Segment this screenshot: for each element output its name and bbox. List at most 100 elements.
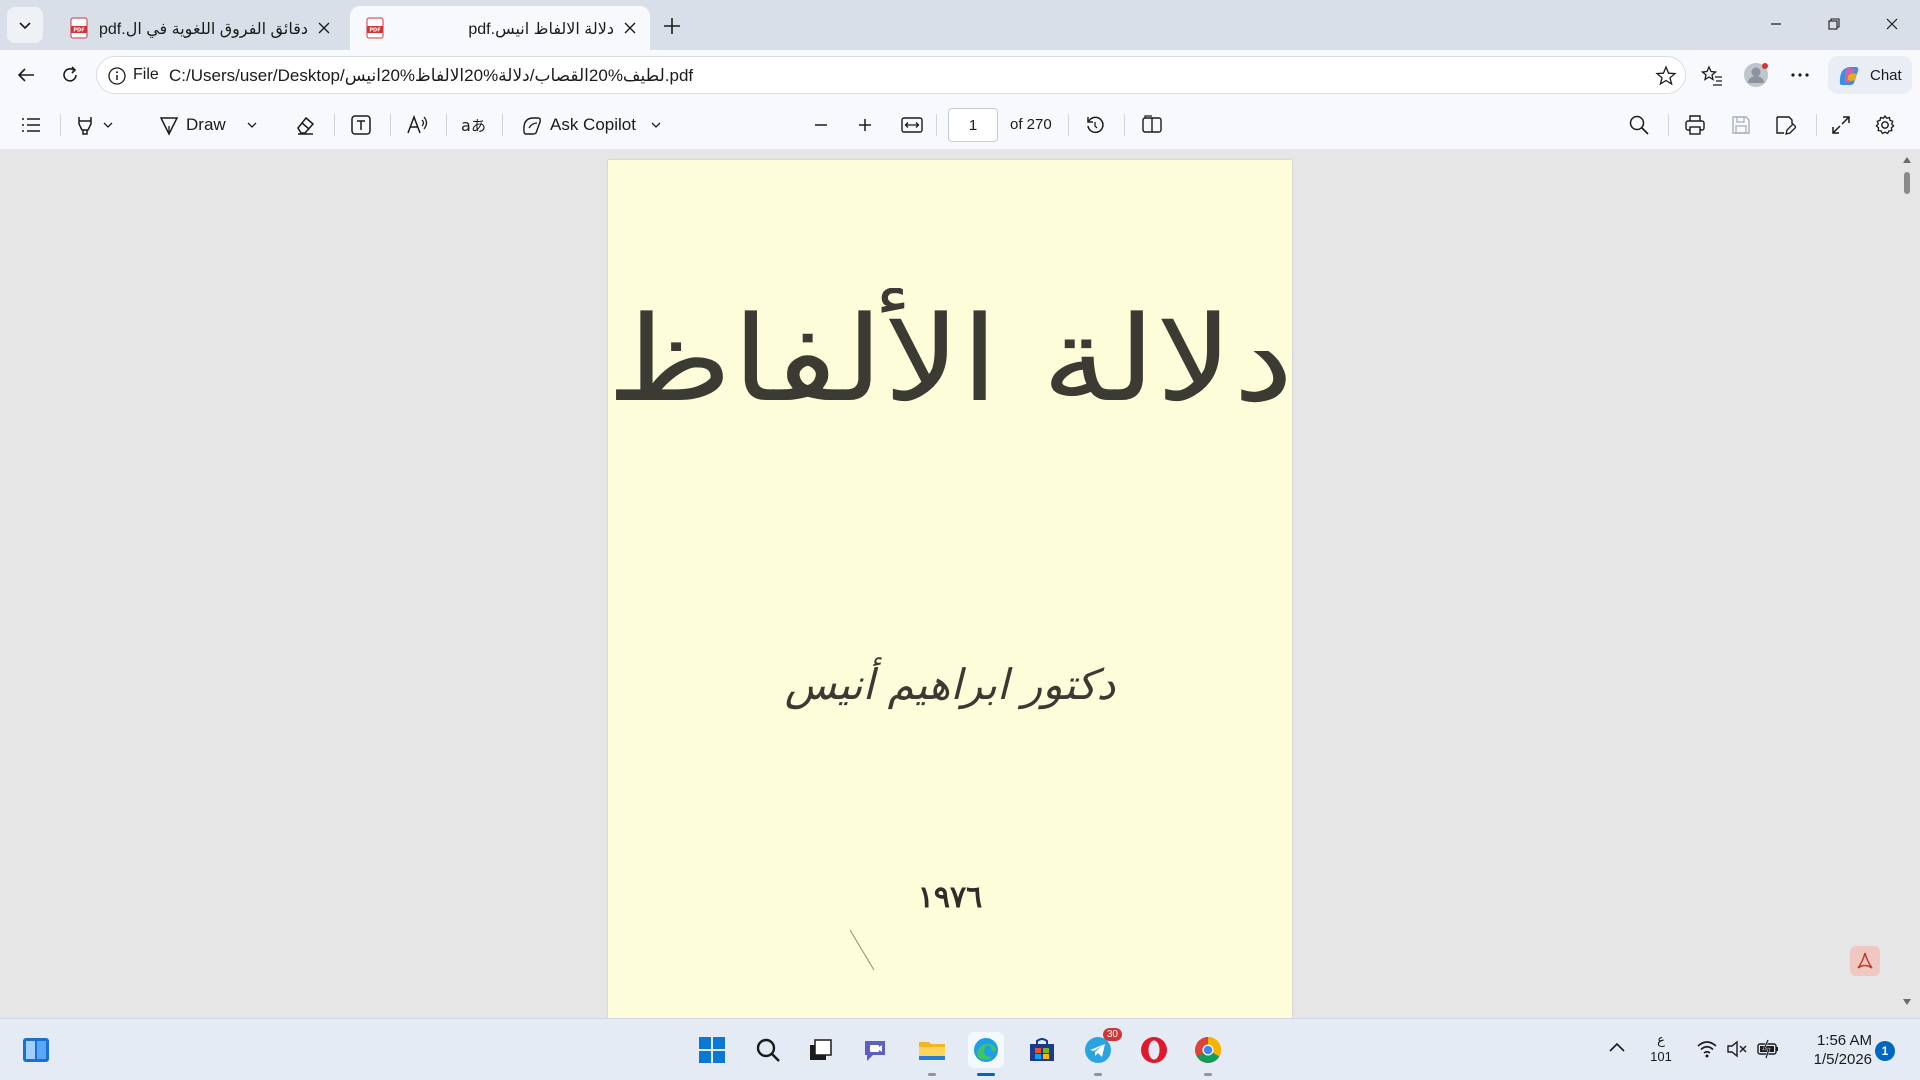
- opera-button[interactable]: [1136, 1032, 1172, 1068]
- copilot-chat-button[interactable]: Chat: [1828, 56, 1912, 94]
- chat-label: Chat: [1870, 66, 1902, 84]
- pen-stroke-mark: [848, 928, 878, 979]
- save-button[interactable]: [1730, 112, 1752, 138]
- svg-text:a: a: [461, 116, 471, 135]
- save-as-icon: [1774, 114, 1796, 136]
- translate-button[interactable]: aあ: [460, 112, 486, 138]
- read-aloud-button[interactable]: [406, 112, 430, 138]
- text-box-icon: [350, 114, 372, 136]
- rotate-button[interactable]: [1084, 112, 1106, 138]
- toolbar-divider: [1068, 114, 1069, 136]
- contents-button[interactable]: [20, 112, 42, 138]
- fit-to-width-button[interactable]: [900, 112, 924, 138]
- refresh-button[interactable]: [54, 59, 86, 91]
- restore-icon: [1828, 18, 1840, 30]
- print-button[interactable]: [1684, 112, 1706, 138]
- back-button[interactable]: [10, 59, 42, 91]
- new-tab-button[interactable]: [658, 12, 686, 40]
- draw-button[interactable]: Draw: [158, 112, 258, 138]
- acrobat-button[interactable]: [1850, 946, 1880, 976]
- page-view-button[interactable]: [1140, 112, 1164, 138]
- profile-button[interactable]: [1740, 59, 1772, 91]
- favorite-star-icon[interactable]: [1655, 65, 1677, 87]
- chevron-down-icon[interactable]: [246, 119, 258, 131]
- ime-script: ع: [1657, 1032, 1665, 1047]
- running-indicator: [1204, 1073, 1212, 1076]
- system-clock[interactable]: 1:56 AM 1/5/2026: [1792, 1031, 1872, 1069]
- copilot-icon: [1836, 62, 1862, 88]
- ask-copilot-button[interactable]: Ask Copilot: [520, 112, 662, 138]
- tab-strip: PDF دقائق الفروق اللغوية في ال.pdf PDF د…: [0, 0, 1920, 50]
- info-icon[interactable]: [107, 66, 127, 86]
- search-button[interactable]: [750, 1032, 786, 1068]
- wifi-icon[interactable]: [1696, 1039, 1718, 1059]
- toolbar-divider: [60, 114, 61, 136]
- running-indicator: [928, 1073, 936, 1076]
- page-number-input[interactable]: 1: [948, 108, 998, 142]
- table-of-contents-icon: [20, 115, 42, 135]
- svg-text:PDF: PDF: [369, 28, 380, 34]
- find-button[interactable]: [1628, 112, 1650, 138]
- url-scheme: File: [133, 66, 159, 83]
- fullscreen-button[interactable]: [1830, 112, 1852, 138]
- minimize-icon: [1770, 18, 1782, 30]
- edge-browser-button[interactable]: [968, 1032, 1004, 1076]
- pdf-settings-button[interactable]: [1874, 112, 1896, 138]
- widgets-button[interactable]: [18, 1032, 54, 1068]
- url-text[interactable]: C:/Users/user/Desktop/لطيف%20القصاب/دلال…: [169, 66, 693, 86]
- chrome-button[interactable]: [1190, 1032, 1226, 1076]
- toolbar-divider: [446, 114, 447, 136]
- printer-icon: [1684, 114, 1706, 136]
- close-tab-icon[interactable]: [314, 18, 334, 38]
- battery-charging-icon[interactable]: [1756, 1039, 1782, 1059]
- start-button[interactable]: [694, 1032, 730, 1068]
- gear-icon: [1874, 114, 1896, 136]
- opera-icon: [1139, 1035, 1169, 1065]
- show-hidden-icons-chevron-icon[interactable]: [1608, 1041, 1626, 1053]
- task-view-button[interactable]: [802, 1032, 838, 1068]
- svg-text:PDF: PDF: [73, 28, 84, 34]
- file-explorer-button[interactable]: [914, 1032, 950, 1076]
- video-chat-icon: [861, 1035, 891, 1065]
- save-as-button[interactable]: [1774, 112, 1796, 138]
- zoom-in-button[interactable]: [856, 112, 874, 138]
- restore-window-button[interactable]: [1814, 8, 1854, 40]
- pdf-file-icon: PDF: [364, 17, 386, 39]
- tab-inactive[interactable]: PDF دقائق الفروق اللغوية في ال.pdf: [54, 6, 344, 50]
- settings-more-button[interactable]: [1784, 59, 1816, 91]
- store-button[interactable]: [1024, 1032, 1060, 1068]
- vertical-scrollbar[interactable]: [1896, 150, 1918, 1018]
- widgets-icon: [21, 1035, 51, 1065]
- notification-badge[interactable]: 1: [1875, 1041, 1895, 1061]
- chevron-down-icon[interactable]: [102, 119, 114, 131]
- copilot-icon: [520, 114, 544, 136]
- scroll-up-arrow-icon[interactable]: [1902, 156, 1912, 164]
- tab-active[interactable]: PDF دلالة الالفاظ انيس.pdf: [350, 6, 650, 50]
- toolbar-divider: [1816, 114, 1817, 136]
- svg-text:あ: あ: [471, 117, 486, 135]
- edge-icon: [971, 1035, 1001, 1065]
- address-row: File C:/Users/user/Desktop/لطيف%20القصاب…: [0, 50, 1920, 100]
- address-bar[interactable]: File C:/Users/user/Desktop/لطيف%20القصاب…: [96, 56, 1686, 94]
- chevron-down-icon[interactable]: [650, 119, 662, 131]
- erase-button[interactable]: [294, 112, 316, 138]
- input-language-indicator[interactable]: ع 101: [1648, 1031, 1674, 1065]
- close-tab-icon[interactable]: [620, 18, 640, 38]
- document-year: ١٩٧٦: [917, 880, 983, 915]
- scroll-down-arrow-icon[interactable]: [1902, 998, 1912, 1006]
- add-text-button[interactable]: [350, 112, 372, 138]
- zoom-out-button[interactable]: [812, 112, 830, 138]
- pdf-viewer[interactable]: دلالة الألفاظ دكتور ابراهيم أنيس ١٩٧٦: [0, 150, 1920, 1018]
- tab-actions-menu-button[interactable]: [7, 7, 43, 43]
- minimize-window-button[interactable]: [1756, 8, 1796, 40]
- favorites-button[interactable]: [1696, 59, 1728, 91]
- close-window-button[interactable]: [1872, 8, 1912, 40]
- telegram-button[interactable]: 30: [1080, 1028, 1122, 1076]
- store-icon: [1027, 1035, 1057, 1065]
- volume-muted-icon[interactable]: [1726, 1039, 1748, 1059]
- toolbar-divider: [334, 114, 335, 136]
- more-horizontal-icon: [1790, 72, 1810, 78]
- teams-meet-button[interactable]: [858, 1032, 894, 1068]
- highlight-button[interactable]: [74, 112, 114, 138]
- scrollbar-thumb[interactable]: [1904, 172, 1910, 194]
